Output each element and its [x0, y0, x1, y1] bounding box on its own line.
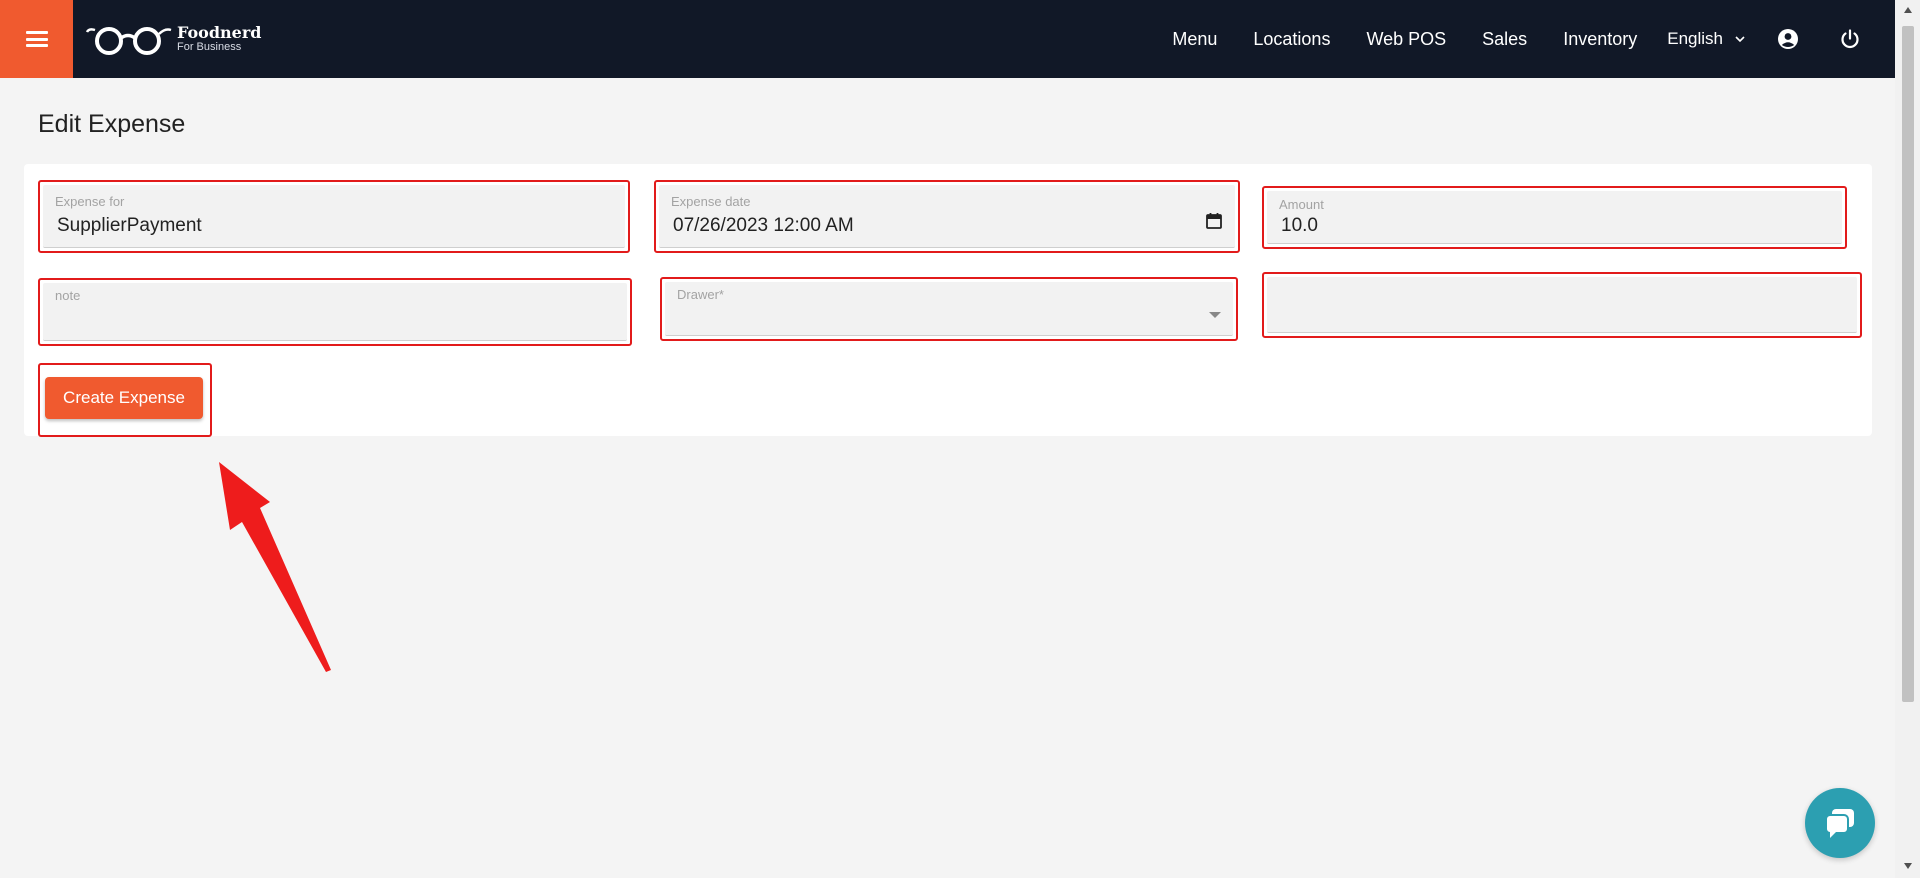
language-label: English — [1667, 29, 1723, 48]
create-expense-button[interactable]: Create Expense — [45, 377, 203, 419]
expense-date-label: Expense date — [671, 194, 751, 209]
language-selector[interactable]: English — [1667, 29, 1745, 49]
extra-field[interactable] — [1262, 272, 1862, 338]
nav-item-inventory[interactable]: Inventory — [1563, 29, 1637, 50]
glasses-logo-icon — [85, 27, 172, 55]
note-label: note — [55, 288, 81, 303]
nav-item-menu[interactable]: Menu — [1172, 29, 1217, 50]
nav-item-sales[interactable]: Sales — [1482, 29, 1527, 50]
expense-for-value: SupplierPayment — [57, 215, 202, 236]
brand-subtitle: For Business — [177, 41, 242, 53]
amount-label: Amount — [1279, 197, 1324, 212]
red-arrow-annotation — [219, 462, 331, 672]
chat-widget-button[interactable] — [1805, 788, 1875, 858]
scroll-up-arrow-icon[interactable] — [1902, 6, 1914, 16]
page-title: Edit Expense — [38, 110, 186, 138]
nav-item-locations[interactable]: Locations — [1253, 29, 1330, 50]
chat-icon — [1825, 809, 1854, 838]
dropdown-caret-icon — [1209, 312, 1221, 318]
amount-value: 10.0 — [1281, 215, 1318, 236]
create-expense-highlight: Create Expense — [38, 363, 212, 437]
drawer-label: Drawer* — [677, 287, 724, 302]
expense-date-value: 07/26/2023 12:00 AM — [673, 215, 854, 236]
top-navbar: Foodnerd For Business Menu Locations Web… — [0, 0, 1895, 78]
expense-date-field[interactable]: Expense date 07/26/2023 12:00 AM — [654, 180, 1240, 253]
note-field[interactable]: note — [38, 278, 632, 346]
expense-for-label: Expense for — [55, 194, 125, 209]
calendar-icon[interactable] — [1205, 212, 1223, 230]
account-button[interactable] — [1775, 26, 1801, 52]
account-icon — [1778, 29, 1798, 49]
expense-for-field[interactable]: Expense for SupplierPayment — [38, 180, 630, 253]
hamburger-menu-button[interactable] — [0, 0, 73, 78]
chevron-down-icon — [1735, 36, 1745, 43]
brand-name: Foodnerd — [177, 23, 262, 42]
drawer-select[interactable]: Drawer* — [660, 277, 1238, 341]
nav-item-web-pos[interactable]: Web POS — [1366, 29, 1446, 50]
amount-field[interactable]: Amount 10.0 — [1262, 186, 1847, 249]
scrollbar-thumb[interactable] — [1902, 26, 1914, 702]
scroll-down-arrow-icon[interactable] — [1902, 862, 1914, 872]
menu-icon — [25, 31, 48, 47]
logout-button[interactable] — [1837, 26, 1863, 52]
main-nav: Menu Locations Web POS Sales Inventory E… — [1172, 0, 1895, 78]
brand-logo[interactable]: Foodnerd For Business — [85, 22, 261, 56]
power-icon — [1841, 29, 1859, 49]
